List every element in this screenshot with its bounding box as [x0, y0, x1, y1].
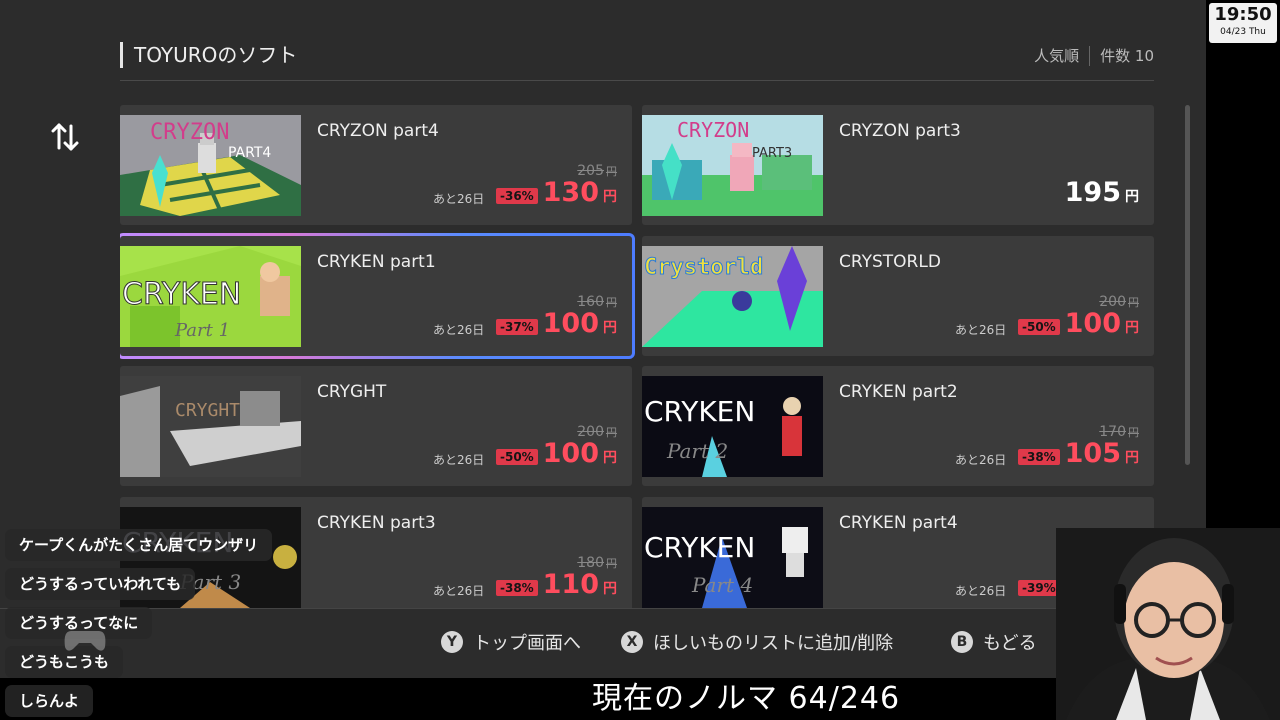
x-button-icon: X	[621, 631, 643, 653]
header: TOYUROのソフト 人気順 件数 10	[120, 38, 1154, 81]
result-count: 件数 10	[1100, 47, 1154, 65]
sort-info: 人気順 件数 10	[1034, 46, 1154, 66]
quota-caption: 現在のノルマ 64/246	[592, 681, 901, 716]
game-title: CRYKEN part1	[317, 252, 436, 272]
game-title: CRYKEN part3	[317, 513, 436, 533]
sale-remaining: あと26日	[433, 192, 485, 206]
clock-time: 19:50	[1214, 4, 1272, 25]
sale-price: 100 円	[542, 308, 617, 339]
game-title: CRYKEN part4	[839, 513, 958, 533]
clock-widget: 19:50 04/23 Thu	[1209, 3, 1277, 43]
y-button-icon: Y	[441, 631, 463, 653]
game-thumbnail: CRYKEN Part 4	[642, 507, 823, 608]
sale-remaining: あと26日	[433, 453, 485, 467]
discount-badge: -38%	[496, 580, 538, 596]
svg-text:CRYKEN: CRYKEN	[122, 277, 241, 312]
game-card-selected[interactable]: CRYKEN Part 1 CRYKEN part1 160 円 あと26日 -3…	[120, 236, 632, 356]
sale-price: 130 円	[542, 177, 617, 208]
game-thumbnail: CRYKEN Part 2	[642, 376, 823, 477]
streamer-webcam	[1056, 528, 1280, 720]
game-grid: CRYZON PART4 CRYZON part4 205 円 あと26日 -36…	[120, 105, 1156, 608]
game-title: CRYSTORLD	[839, 252, 941, 272]
svg-text:CRYKEN: CRYKEN	[644, 531, 755, 564]
game-title: CRYZON part3	[839, 121, 961, 141]
gamepad-icon	[63, 625, 107, 655]
svg-text:Part 4: Part 4	[691, 573, 753, 597]
chat-comment: どうするっていわれても	[5, 568, 196, 600]
chat-comment: しらんよ	[5, 685, 94, 717]
discount-badge: -37%	[496, 319, 538, 335]
sale-remaining: あと26日	[433, 323, 485, 337]
chat-comment: ケープくんがたくさん居てウンザリ	[5, 529, 273, 561]
svg-text:CRYZON: CRYZON	[150, 120, 229, 145]
sort-arrows-icon[interactable]	[50, 120, 80, 154]
game-title: CRYZON part4	[317, 121, 439, 141]
sale-price: 100 円	[1064, 308, 1139, 339]
divider	[1089, 46, 1091, 66]
hint-label: ほしいものリストに追加/削除	[653, 633, 894, 654]
scrollbar[interactable]	[1185, 105, 1190, 465]
price: 195 円	[1064, 177, 1139, 208]
sale-remaining: あと26日	[955, 584, 1007, 598]
svg-text:Part 2: Part 2	[666, 439, 728, 463]
game-thumbnail: CRYZON PART4	[120, 115, 301, 216]
title-accent-bar	[120, 42, 123, 68]
page-title: TOYUROのソフト	[134, 43, 298, 67]
sale-price: 110 円	[542, 569, 617, 600]
discount-badge: -50%	[1018, 319, 1060, 335]
svg-text:CRYZON: CRYZON	[677, 118, 749, 142]
svg-text:CRYKEN: CRYKEN	[644, 395, 755, 428]
sale-price: 100 円	[542, 438, 617, 469]
game-card[interactable]: CRYZON PART3 CRYZON part3 195 円	[642, 105, 1154, 225]
button-guide: Y トップ画面へ X ほしいものリストに追加/削除 B もどる A 決定	[0, 608, 1206, 678]
b-button-hint[interactable]: B もどる	[951, 629, 1037, 655]
game-card[interactable]: CRYKEN Part 2 CRYKEN part2 170 円 あと26日 -3…	[642, 366, 1154, 486]
game-thumbnail: CRYKEN Part 1	[120, 246, 301, 347]
svg-text:Crystorld: Crystorld	[644, 255, 763, 280]
hint-label: もどる	[983, 633, 1037, 654]
sale-remaining: あと26日	[955, 323, 1007, 337]
svg-text:CRYGHT: CRYGHT	[175, 400, 240, 421]
hint-label: トップ画面へ	[473, 633, 581, 654]
svg-text:PART4: PART4	[228, 145, 271, 161]
discount-badge: -36%	[496, 188, 538, 204]
sale-remaining: あと26日	[433, 584, 485, 598]
sale-price: 105 円	[1064, 438, 1139, 469]
game-thumbnail: CRYGHT	[120, 376, 301, 477]
game-title: CRYKEN part2	[839, 382, 958, 402]
game-card[interactable]: CRYGHT CRYGHT 200 円 あと26日 -50% 100 円	[120, 366, 632, 486]
game-card[interactable]: CRYZON PART4 CRYZON part4 205 円 あと26日 -36…	[120, 105, 632, 225]
svg-text:PART3: PART3	[752, 146, 792, 161]
y-button-hint[interactable]: Y トップ画面へ	[441, 629, 581, 655]
discount-badge: -39%	[1018, 580, 1060, 596]
game-thumbnail: Crystorld	[642, 246, 823, 347]
sale-remaining: あと26日	[955, 453, 1007, 467]
x-button-hint[interactable]: X ほしいものリストに追加/削除	[621, 629, 893, 655]
svg-text:Part 1: Part 1	[174, 320, 230, 341]
discount-badge: -50%	[496, 449, 538, 465]
game-card[interactable]: Crystorld CRYSTORLD 200 円 あと26日 -50% 100 円	[642, 236, 1154, 356]
clock-date: 04/23 Thu	[1220, 27, 1266, 37]
b-button-icon: B	[951, 631, 973, 653]
discount-badge: -38%	[1018, 449, 1060, 465]
game-title: CRYGHT	[317, 382, 387, 402]
sort-order-label[interactable]: 人気順	[1034, 46, 1079, 66]
game-thumbnail: CRYZON PART3	[642, 115, 823, 216]
